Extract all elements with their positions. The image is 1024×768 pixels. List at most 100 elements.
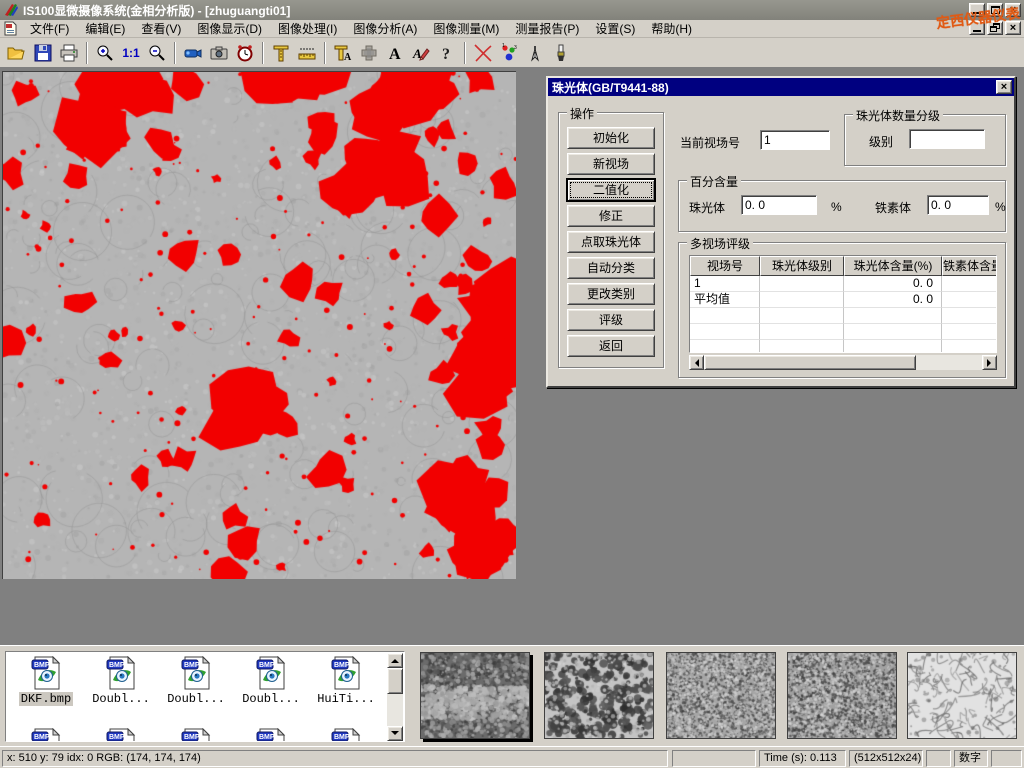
ruler-measure-button[interactable] (294, 40, 320, 66)
ferrite-percent-input[interactable] (927, 195, 989, 215)
correct-button[interactable]: 修正 (567, 205, 655, 227)
bmp-file-icon: BMP (30, 728, 62, 742)
auto-classify-button[interactable]: 自动分类 (567, 257, 655, 279)
caliper-icon (271, 43, 291, 63)
menu-image-analysis[interactable]: 图像分析(A) (345, 19, 425, 38)
thumbnail-image-2[interactable] (544, 652, 654, 739)
ferrite-label: 铁素体 (875, 199, 911, 216)
thumbnail-image-4[interactable] (787, 652, 897, 739)
menu-measure-report[interactable]: 测量报告(P) (507, 19, 587, 38)
status-image-size: (512x512x24) (849, 750, 923, 767)
rating-table-header: 视场号 珠光体级别 珠光体含量(%) 铁素体含量(%) (690, 256, 996, 276)
initialize-button[interactable]: 初始化 (567, 127, 655, 149)
file-item[interactable]: BMP Doubl... (234, 656, 308, 706)
measure-text-button[interactable]: A (330, 40, 356, 66)
menu-help[interactable]: 帮助(H) (643, 19, 700, 38)
pearlite-dialog: 珠光体(GB/T9441-88) × 操作 初始化 新视场 二值化 修正 点取珠… (546, 76, 1016, 388)
file-item[interactable]: BMP Doubl... (159, 656, 233, 706)
status-time: Time (s): 0.113 (759, 750, 846, 767)
colored-balls-icon: 13 (499, 43, 519, 63)
scrollbar-thumb[interactable] (704, 355, 916, 370)
video-capture-button[interactable] (180, 40, 206, 66)
rating-table[interactable]: 视场号 珠光体级别 珠光体含量(%) 铁素体含量(%) 1 0. 0 平均值 (689, 255, 997, 353)
menu-image-measure[interactable]: 图像测量(M) (425, 19, 507, 38)
file-list-scrollbar[interactable] (387, 653, 403, 741)
menu-file[interactable]: 文件(F) (22, 19, 77, 38)
file-item[interactable]: BMP Doubl... (84, 656, 158, 706)
scroll-right-button[interactable] (982, 355, 997, 370)
file-item[interactable]: BMP (84, 728, 158, 742)
toolbar-separator (262, 42, 264, 64)
classify-particles-button[interactable]: 13 (496, 40, 522, 66)
camera-capture-button[interactable] (206, 40, 232, 66)
rate-button[interactable]: 评级 (567, 309, 655, 331)
scrollbar-thumb[interactable] (387, 668, 403, 694)
file-item[interactable]: BMP (159, 728, 233, 742)
help-button[interactable]: ? (434, 40, 460, 66)
return-button[interactable]: 返回 (567, 335, 655, 357)
dialog-close-button[interactable]: × (996, 80, 1012, 94)
thumbnail-image-5[interactable] (907, 652, 1017, 739)
grade-input[interactable] (909, 129, 985, 149)
open-button[interactable] (4, 40, 30, 66)
save-button[interactable] (30, 40, 56, 66)
file-name[interactable]: DKF.bmp (19, 692, 73, 706)
grid-merge-button[interactable] (356, 40, 382, 66)
svg-text:BMP: BMP (34, 662, 50, 669)
change-class-button[interactable]: 更改类别 (567, 283, 655, 305)
file-name[interactable]: Doubl... (165, 692, 227, 706)
timer-button[interactable] (232, 40, 258, 66)
table-row[interactable]: 1 0. 0 (690, 276, 996, 292)
scroll-left-button[interactable] (689, 355, 704, 370)
table-horizontal-scrollbar[interactable] (689, 355, 997, 370)
workspace: 珠光体(GB/T9441-88) × 操作 初始化 新视场 二值化 修正 点取珠… (0, 68, 1024, 645)
file-item[interactable]: BMP (309, 728, 383, 742)
menu-settings[interactable]: 设置(S) (587, 19, 643, 38)
bmp-file-icon: BMP (255, 728, 287, 742)
cell-pearlite: 0. 0 (844, 276, 942, 292)
file-name[interactable]: Doubl... (90, 692, 152, 706)
floppy-icon (33, 43, 53, 63)
menu-image-processing[interactable]: 图像处理(I) (270, 19, 345, 38)
file-item[interactable]: BMP (9, 728, 83, 742)
current-field-input[interactable] (760, 130, 830, 150)
thumbnail-image-3[interactable] (666, 652, 776, 739)
col-field-no: 视场号 (690, 256, 760, 276)
zoom-out-button[interactable] (144, 40, 170, 66)
file-item[interactable]: BMP HuiTi... (309, 656, 383, 706)
operation-group: 操作 初始化 新视场 二值化 修正 点取珠光体 自动分类 更改类别 评级 返回 (558, 112, 664, 368)
menu-view[interactable]: 查看(V) (133, 19, 189, 38)
file-name[interactable]: Doubl... (240, 692, 302, 706)
metallographic-image[interactable] (2, 71, 516, 579)
dialog-title-bar[interactable]: 珠光体(GB/T9441-88) × (548, 78, 1014, 96)
scroll-up-button[interactable] (387, 653, 403, 668)
caliper-measure-button[interactable] (268, 40, 294, 66)
file-browser[interactable]: BMP DKF.bmp BMP Doubl... BMP Doubl... BM… (5, 651, 405, 742)
file-name[interactable]: HuiTi... (315, 692, 377, 706)
table-row[interactable]: 平均值 0. 0 (690, 292, 996, 308)
zoom-in-button[interactable] (92, 40, 118, 66)
ruler-icon (297, 43, 317, 63)
scroll-down-button[interactable] (387, 726, 403, 741)
pen-tool-button[interactable] (522, 40, 548, 66)
pick-pearlite-button[interactable]: 点取珠光体 (567, 231, 655, 253)
brush-tool-button[interactable] (548, 40, 574, 66)
svg-text:BMP: BMP (259, 662, 275, 669)
svg-text:BMP: BMP (109, 662, 125, 669)
print-button[interactable] (56, 40, 82, 66)
menu-image-display[interactable]: 图像显示(D) (189, 19, 270, 38)
annotate-edit-button[interactable]: A (408, 40, 434, 66)
svg-text:BMP: BMP (259, 734, 275, 741)
text-label-button[interactable]: A (382, 40, 408, 66)
curve-tool-button[interactable] (470, 40, 496, 66)
binarize-button[interactable]: 二值化 (567, 179, 655, 201)
file-item[interactable]: BMP (234, 728, 308, 742)
new-field-button[interactable]: 新视场 (567, 153, 655, 175)
file-item[interactable]: BMP DKF.bmp (9, 656, 83, 706)
pearlite-percent-input[interactable] (741, 195, 817, 215)
title-bar[interactable]: IS100显微摄像系统(金相分析版) - [zhuguangti01] × (0, 0, 1024, 20)
menu-edit[interactable]: 编辑(E) (77, 19, 133, 38)
thumbnail-image-1[interactable] (420, 652, 530, 739)
actual-size-button[interactable]: 1:1 (118, 40, 144, 66)
pearlite-label: 珠光体 (689, 199, 725, 216)
